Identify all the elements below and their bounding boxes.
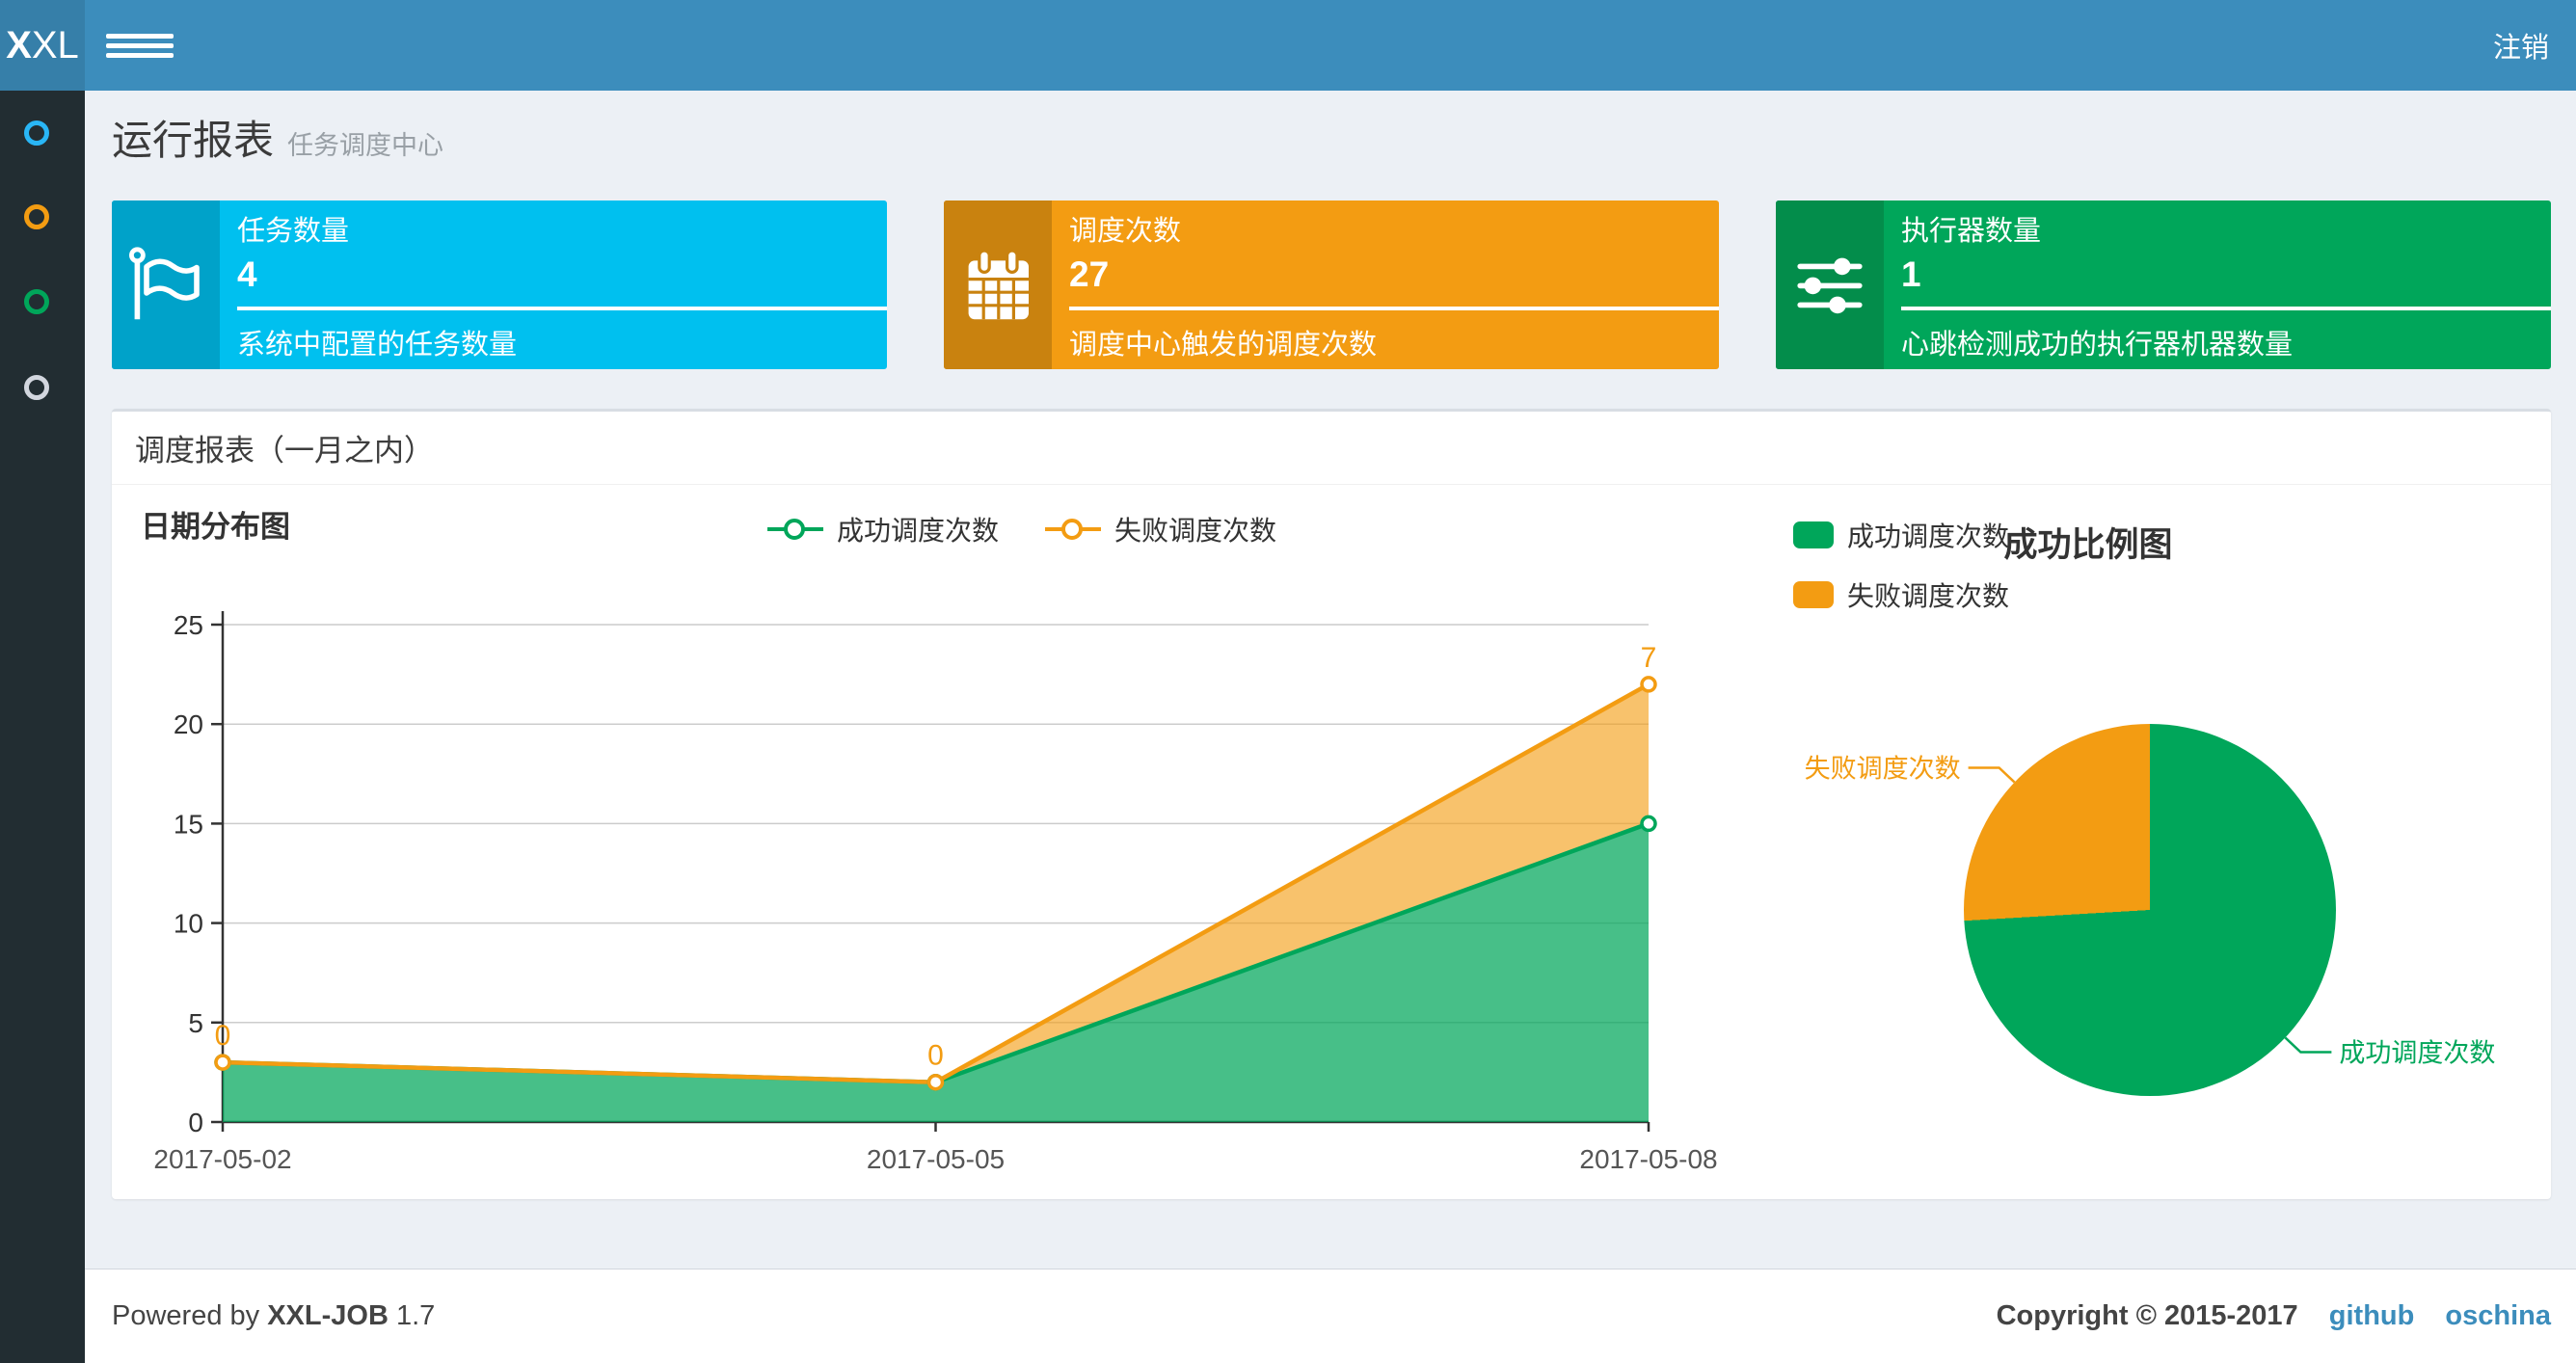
pie-chart-title: 成功比例图: [2003, 526, 2173, 564]
stat-box-triggers: 调度次数 27 调度中心触发的调度次数: [944, 200, 1719, 369]
y-tick-label: 15: [174, 809, 203, 839]
app-logo-rest: XL: [31, 23, 79, 67]
stat-box-jobs: 任务数量 4 系统中配置的任务数量: [112, 200, 887, 369]
x-tick-label: 2017-05-05: [867, 1144, 1005, 1174]
pie-callout-line: [2284, 1036, 2332, 1054]
logout-link[interactable]: 注销: [2493, 33, 2549, 64]
x-tick-label: 2017-05-02: [153, 1144, 291, 1174]
sidebar-item-menu-run-report[interactable]: [24, 120, 49, 146]
line-chart-title: 日期分布图: [141, 510, 290, 544]
page-title: 运行报表: [112, 118, 275, 163]
y-tick-label: 20: [174, 709, 203, 739]
panel-title: 调度报表（一月之内）: [135, 434, 434, 468]
y-tick-label: 10: [174, 909, 203, 939]
fail-point: [214, 1054, 231, 1071]
legend-item[interactable]: 成功调度次数: [766, 510, 999, 548]
fail-point-label: 7: [1641, 642, 1657, 674]
stat-value: 1: [1901, 254, 1921, 294]
date-distribution-chart: 日期分布图 成功调度次数 失败调度次数 0 5 10 15 20 25 2017-05-02 2…: [135, 494, 1755, 1189]
fail-point: [1640, 676, 1657, 693]
stat-value: 27: [1069, 254, 1110, 294]
app-logo[interactable]: X XL: [0, 0, 85, 91]
stat-description: 心跳检测成功的执行器机器数量: [1901, 330, 2294, 361]
x-tick-label: 2017-05-08: [1579, 1144, 1717, 1174]
sidebar-item-menu-executor-manage[interactable]: [24, 375, 49, 400]
page-subtitle: 任务调度中心: [287, 131, 444, 160]
sidebar-item-menu-job-manage[interactable]: [24, 204, 49, 229]
y-tick-label: 25: [174, 610, 203, 640]
stat-description: 调度中心触发的调度次数: [1069, 330, 1378, 361]
pie-graphic: [1964, 724, 2336, 1096]
schedule-report-panel: 调度报表（一月之内） 日期分布图 成功调度次数 失败调度次数 0 5 10 15 20 25…: [112, 409, 2551, 1199]
stat-box-executors: 执行器数量 1 心跳检测成功的执行器机器数量: [1776, 200, 2551, 369]
flag-icon: [112, 200, 220, 369]
footer: Powered by XXL-JOB 1.7 Copyright © 2015-…: [85, 1269, 2576, 1363]
stat-label: 任务数量: [237, 216, 350, 247]
xxl-job-dashboard: X XL 注销 运行报表 任务调度中心 任务数量 4 系统中配置的任务数量 调度…: [0, 0, 2576, 1363]
product-version: 1.7: [395, 1300, 436, 1331]
y-tick-label: 0: [188, 1108, 203, 1137]
github-link[interactable]: github: [2329, 1300, 2415, 1331]
oschina-link[interactable]: oschina: [2445, 1300, 2551, 1331]
y-tick-label: 5: [188, 1008, 203, 1038]
sliders-icon: [1776, 200, 1884, 369]
success-ratio-chart: 成功调度次数 失败调度次数 成功比例图 成功调度次数 失败调度次数: [1780, 494, 2532, 1189]
footer-powered-by: Powered by XXL-JOB 1.7: [112, 1300, 436, 1331]
stat-description: 系统中配置的任务数量: [237, 330, 518, 361]
pie-callout-label: 成功调度次数: [2339, 1039, 2495, 1068]
stat-value: 4: [237, 254, 257, 294]
content-header: 运行报表 任务调度中心: [112, 108, 443, 167]
sidebar-toggle-icon[interactable]: [106, 24, 174, 67]
calendar-icon: [944, 200, 1052, 369]
top-navbar: X XL 注销: [0, 0, 2576, 91]
navbar-right: 注销: [2493, 25, 2576, 66]
sidebar-item-menu-job-log[interactable]: [24, 289, 49, 314]
legend-item[interactable]: 失败调度次数: [1045, 510, 1276, 548]
legend-item[interactable]: 失败调度次数: [1793, 575, 2009, 614]
pie-callout-label: 失败调度次数: [1805, 754, 1961, 783]
date-distribution-svg: 05101520252017-05-02 2017-05-05 2017-05-08…: [153, 610, 1717, 1174]
footer-copyright: Copyright © 2015-2017 github oschina: [1996, 1300, 2551, 1331]
pie-callout-line: [1968, 766, 2016, 784]
line-chart-legend: 成功调度次数 失败调度次数: [289, 510, 1755, 548]
app-logo-bold: X: [6, 23, 32, 67]
sidebar: [0, 91, 85, 1363]
fail-point-label: 0: [215, 1020, 231, 1052]
stat-label: 调度次数: [1069, 216, 1182, 247]
fail-point-label: 0: [927, 1040, 944, 1072]
success-point: [1640, 815, 1657, 833]
fail-point: [926, 1073, 945, 1091]
panel-header: 调度报表（一月之内）: [112, 412, 2551, 485]
stat-label: 执行器数量: [1901, 216, 2042, 247]
stat-row: 任务数量 4 系统中配置的任务数量 调度次数 27 调度中心触发的调度次数 执行…: [112, 200, 2551, 369]
product-name: XXL-JOB: [267, 1300, 389, 1331]
